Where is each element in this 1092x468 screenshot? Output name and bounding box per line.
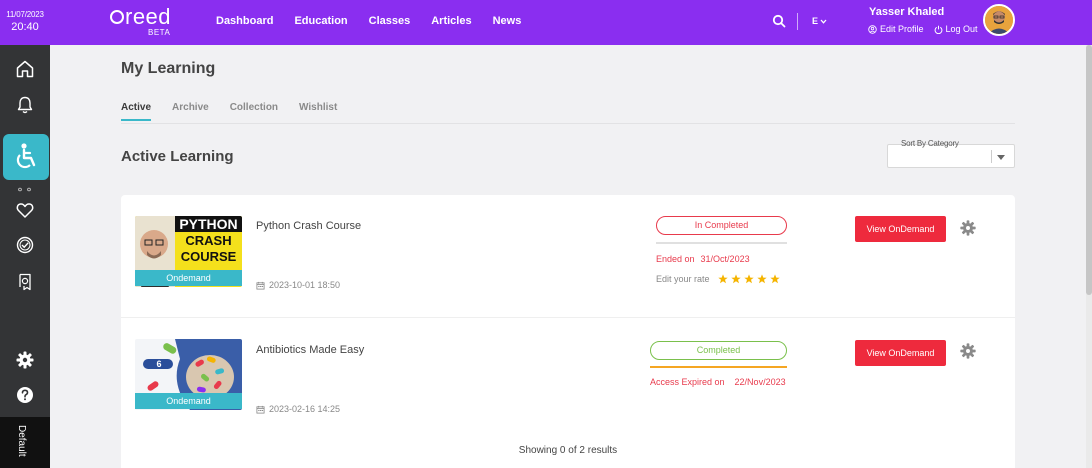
course-settings-gear-icon[interactable] — [959, 342, 977, 360]
course-settings-gear-icon[interactable] — [959, 219, 977, 237]
badge-check-icon[interactable] — [15, 235, 35, 255]
access-expiry-label: Access Expired on — [650, 377, 725, 387]
edit-rate-label: Edit your rate — [656, 274, 710, 284]
scrollbar-thumb[interactable] — [1086, 45, 1092, 295]
user-photo-icon — [985, 6, 1013, 34]
edit-profile-label: Edit Profile — [880, 24, 924, 34]
calendar-icon — [256, 405, 265, 414]
course-date-value: 2023-10-01 18:50 — [269, 280, 341, 290]
tab-archive[interactable]: Archive — [172, 102, 209, 121]
home-icon[interactable] — [15, 59, 35, 79]
default-theme-tab[interactable]: Default — [0, 417, 50, 468]
star-icon[interactable] — [730, 274, 741, 284]
list-item: 6 Ondemand Antibiotics Made Easy 2023-02… — [121, 317, 1015, 439]
course-date-value: 2023-02-16 14:25 — [269, 404, 341, 414]
top-bar: 11/07/2023 20:40 reed BETA Dashboard Edu… — [0, 0, 1092, 45]
gear-icon[interactable] — [15, 350, 35, 370]
end-date-label: Ended on — [656, 254, 695, 264]
rating-stars[interactable] — [717, 274, 780, 284]
calendar-icon — [256, 281, 265, 290]
tab-active[interactable]: Active — [121, 102, 152, 121]
nav-education[interactable]: Education — [294, 15, 347, 27]
star-icon[interactable] — [717, 274, 728, 284]
user-links: Edit Profile Log Out — [868, 24, 978, 34]
bell-icon[interactable] — [15, 95, 35, 115]
accessibility-icon — [16, 143, 36, 169]
edit-profile-link[interactable]: Edit Profile — [868, 24, 924, 34]
brand-name: reed — [125, 4, 172, 29]
status-underline — [650, 366, 787, 368]
course-title[interactable]: Antibiotics Made Easy — [256, 344, 364, 356]
chevron-down-icon — [820, 19, 827, 24]
tabs-divider — [121, 123, 1015, 124]
tab-wishlist[interactable]: Wishlist — [299, 102, 337, 121]
course-type-badge: Ondemand — [135, 270, 242, 286]
view-ondemand-button[interactable]: View OnDemand — [855, 216, 946, 242]
user-circle-icon — [868, 24, 877, 34]
help-icon[interactable] — [15, 385, 35, 405]
language-switch[interactable]: E — [812, 16, 827, 26]
logout-link[interactable]: Log Out — [934, 24, 978, 34]
page-title: My Learning — [121, 60, 216, 77]
course-date: 2023-02-16 14:25 — [256, 404, 340, 414]
list-item: PYTHON CRASH COURSE Ondemand Python Cras… — [121, 195, 1015, 317]
thumb-text-line-2: CRASH — [185, 233, 232, 248]
logo-mark-icon — [110, 10, 124, 24]
default-theme-label: Default — [16, 425, 27, 457]
certificate-icon[interactable] — [15, 272, 35, 292]
nav-classes[interactable]: Classes — [369, 15, 411, 27]
logout-label: Log Out — [945, 24, 978, 34]
course-type-badge: Ondemand — [135, 393, 242, 409]
star-icon[interactable] — [769, 274, 780, 284]
thumb-text-line-3: COURSE — [180, 249, 237, 264]
search-icon[interactable] — [772, 14, 786, 28]
access-expiry-info: Access Expired on 22/Nov/2023 — [650, 377, 786, 387]
nav-dashboard[interactable]: Dashboard — [216, 15, 273, 27]
clock-date: 11/07/2023 — [6, 10, 44, 19]
page-scrollbar[interactable] — [1086, 45, 1092, 468]
access-expiry-value: 22/Nov/2023 — [734, 377, 786, 387]
status-badge: Completed — [650, 341, 787, 360]
select-separator — [991, 150, 992, 163]
course-list: PYTHON CRASH COURSE Ondemand Python Cras… — [121, 195, 1015, 468]
thumb-text-line-1: PYTHON — [175, 216, 242, 232]
language-label: E — [812, 16, 819, 26]
main-content: My Learning Active Archive Collection Wi… — [50, 45, 1086, 468]
sidebar-item-accessibility[interactable] — [3, 134, 49, 180]
clock-time: 20:40 — [11, 21, 39, 33]
nav-news[interactable]: News — [493, 15, 522, 27]
course-date: 2023-10-01 18:50 — [256, 280, 340, 290]
user-name: Yasser Khaled — [869, 6, 945, 18]
status-underline — [656, 242, 787, 244]
brand-logo[interactable]: reed BETA — [110, 6, 176, 38]
thumb-number: 6 — [156, 359, 162, 369]
caret-down-icon — [997, 155, 1005, 160]
sidebar: Default — [0, 45, 50, 468]
view-ondemand-button[interactable]: View OnDemand — [855, 340, 946, 366]
end-date-info: Ended on 31/Oct/2023 — [656, 254, 750, 264]
heart-icon[interactable] — [15, 200, 35, 220]
tab-collection[interactable]: Collection — [230, 102, 278, 121]
dots-indicator — [17, 179, 33, 192]
topbar-divider — [797, 13, 798, 30]
avatar[interactable] — [983, 4, 1015, 36]
course-title[interactable]: Python Crash Course — [256, 220, 361, 232]
brand-badge: BETA — [148, 28, 171, 37]
results-count: Showing 0 of 2 results — [518, 445, 618, 456]
star-icon[interactable] — [756, 274, 767, 284]
end-date-value: 31/Oct/2023 — [700, 254, 750, 264]
dots-icon — [18, 187, 31, 192]
power-icon — [934, 25, 942, 34]
star-icon[interactable] — [743, 274, 754, 284]
rating-row: Edit your rate — [656, 274, 780, 284]
nav-articles[interactable]: Articles — [431, 15, 471, 27]
main-nav: Dashboard Education Classes Articles New… — [216, 15, 542, 27]
clock: 11/07/2023 20:40 — [0, 0, 50, 45]
learning-tabs: Active Archive Collection Wishlist — [121, 102, 358, 121]
status-badge: In Completed — [656, 216, 787, 235]
section-title: Active Learning — [121, 148, 234, 165]
sort-label: Sort By Category — [901, 139, 959, 148]
